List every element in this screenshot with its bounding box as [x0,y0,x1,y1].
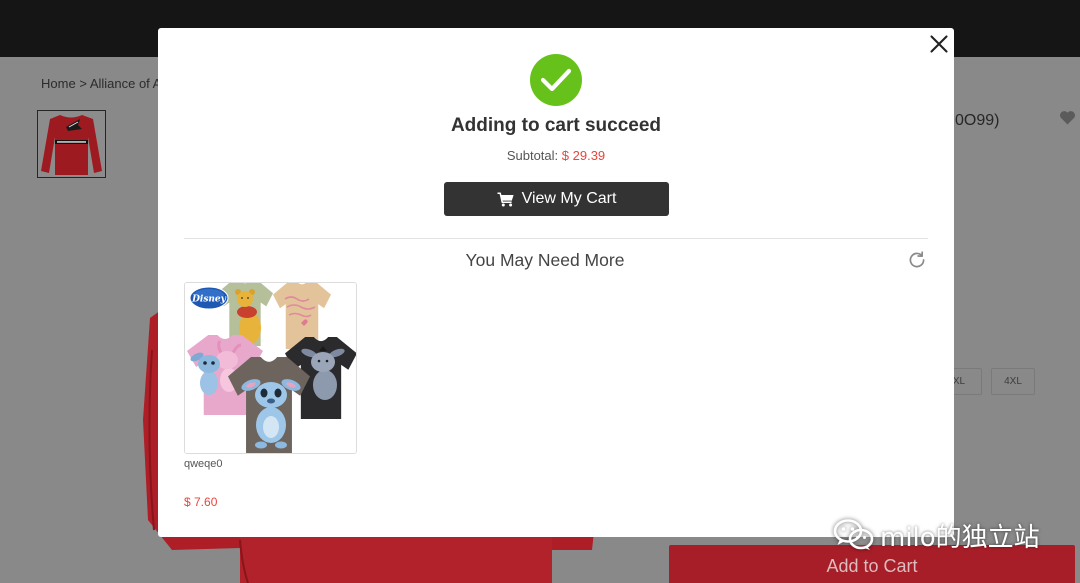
product-title: 0O99) [955,112,1000,129]
watermark: milo的独立站 [830,514,1052,556]
dialog-title: Adding to cart succeed [450,115,662,136]
wechat-icon [833,519,874,550]
divider [184,238,928,239]
breadcrumb-separator: > [79,76,87,91]
thumbnail-shirt-image [38,111,105,177]
disney-logo: Disney [189,286,229,310]
view-my-cart-label[interactable]: View My Cart [522,190,617,208]
disney-tshirts-collage: Disney [185,283,356,453]
product-thumbnail[interactable] [37,110,106,178]
product-price: $ 7.60 [184,495,218,509]
size-option-4xl[interactable]: 4XL [991,368,1035,395]
product-name[interactable]: qweqe0 [184,458,223,471]
check-circle-icon [530,54,582,106]
close-icon[interactable] [930,35,948,53]
breadcrumb-current[interactable]: Alliance of A [90,76,162,91]
refresh-icon[interactable] [908,251,926,269]
product-image[interactable]: Disney [184,282,357,454]
success-check-graphic [530,54,582,106]
subtotal-label: Subtotal: [506,148,559,163]
refresh-button[interactable] [906,249,928,271]
close-button[interactable] [930,35,948,53]
cart-icon [497,191,514,206]
breadcrumb-home[interactable]: Home [41,76,76,91]
recommendations-header: You May Need More [184,249,928,271]
view-my-cart-button[interactable]: View My Cart [444,182,669,216]
subtotal: Subtotal: $ 29.39 [158,148,954,164]
wishlist-button[interactable] [1059,110,1076,126]
subtotal-value: $ 29.39 [561,148,606,163]
breadcrumb: Home > Alliance of A [41,76,161,92]
product-card[interactable]: Disney qweqe0 $ 7.60 [184,282,357,512]
add-to-cart-dialog: Adding to cart succeed Subtotal: $ 29.39… [158,28,954,537]
disney-logo-text: Disney [191,295,227,305]
watermark-text: milo的独立站 [880,522,1040,553]
recommendations-title: You May Need More [465,250,625,270]
heart-icon [1059,111,1076,125]
